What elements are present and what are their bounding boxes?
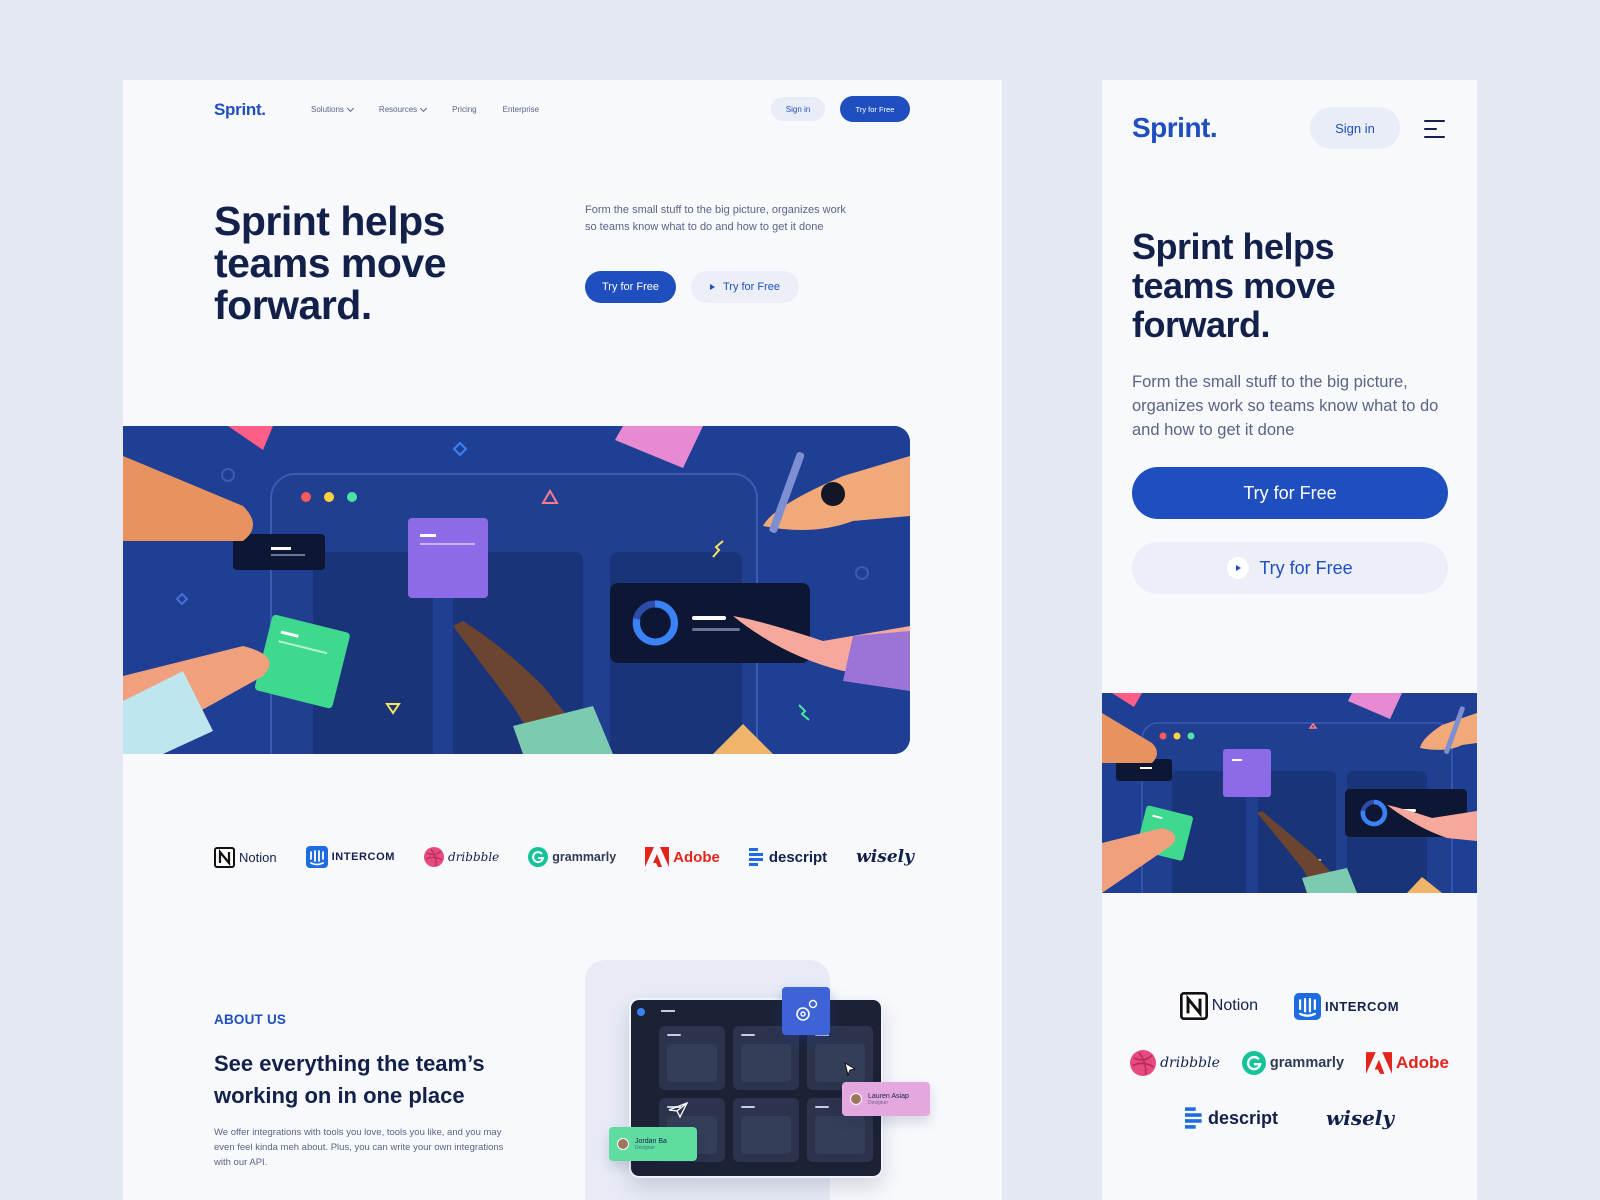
partner-name: dribbble [1160,1055,1220,1071]
partner-name: wisely [856,847,914,867]
partner-name: INTERCOM [331,851,396,863]
try-free-nav-button[interactable]: Try for Free [840,96,910,122]
partner-intercom: INTERCOM [305,846,396,868]
hamburger-menu-icon[interactable] [1424,120,1445,138]
member-role: Designer [868,1099,889,1106]
grammarly-icon [1241,1051,1266,1075]
member-name: Lauren Asiap [868,1092,909,1100]
hero-illustration [1102,693,1477,893]
partner-grammarly: grammarly [1241,1051,1345,1075]
nav-item-solutions[interactable]: Solutions [311,104,354,114]
dribbble-icon [424,847,445,867]
partner-wisely: wisely [856,847,914,867]
partner-descript: descript [748,847,828,867]
avatar [617,1138,629,1150]
partner-name: grammarly [1269,1055,1345,1071]
send-icon [668,1102,688,1118]
try-free-button[interactable]: Try for Free [585,271,676,303]
collaboration-illustration [1102,693,1477,893]
partner-dribbble: dribbble [424,847,499,867]
hero-title: Sprint helps teams move forward. [1132,226,1336,345]
chevron-down-icon [346,104,354,112]
partner-name: descript [1207,1107,1278,1128]
partner-name: grammarly [552,850,617,864]
gear-icon [796,999,818,1021]
partner-name: Notion [239,849,277,865]
partner-wisely: wisely [1326,1106,1394,1130]
partner-dribbble: dribbble [1130,1050,1220,1076]
play-icon [709,284,715,290]
partner-logos: Notion INTERCOM dribbble grammarly Adobe… [214,846,914,868]
nav-item-label: Enterprise [502,105,540,114]
try-free-video-button[interactable]: Try for Free [691,271,799,303]
partner-notion: Notion [214,846,277,868]
nav-item-label: Resources [378,105,418,114]
partner-grammarly: grammarly [528,847,616,867]
notion-icon [1179,992,1208,1020]
sign-in-button[interactable]: Sign in [771,97,825,121]
dribbble-icon [1130,1050,1157,1076]
partner-name: Adobe [1396,1053,1449,1072]
hero-description: Form the small stuff to the big picture,… [1132,373,1439,439]
partner-logos-row-3: descript wisely [1102,1106,1477,1130]
settings-tile [782,987,830,1035]
partner-name: wisely [1326,1106,1395,1130]
sign-in-button[interactable]: Sign in [1310,107,1400,149]
notion-icon [214,846,235,868]
try-free-button[interactable]: Try for Free [1132,467,1448,519]
member-role: Designer [635,1144,656,1151]
partner-logos-row-1: Notion INTERCOM [1102,992,1477,1020]
desktop-page: Sprint. Solutions Resources Pricing Ente… [123,80,1002,1200]
adobe-icon [645,847,670,867]
adobe-icon [1366,1052,1393,1074]
button-label: Try for Free [722,281,781,293]
about-kicker: ABOUT US [214,1012,287,1027]
partner-name: Adobe [673,848,720,866]
descript-icon [1184,1107,1202,1129]
grammarly-icon [528,847,549,867]
member-tag: Lauren Asiap Designer [842,1082,930,1116]
avatar [850,1093,862,1105]
logo[interactable]: Sprint. [214,100,266,120]
partner-adobe: Adobe [1366,1052,1449,1074]
nav-item-pricing[interactable]: Pricing [452,105,476,114]
partner-notion: Notion [1179,992,1259,1020]
logo[interactable]: Sprint. [1132,112,1218,144]
button-label: Try for Free [1259,557,1353,578]
member-name: Jordan Ba [635,1137,667,1145]
intercom-icon [1294,992,1322,1020]
about-description: We offer integrations with tools you lov… [214,1127,504,1168]
play-icon [1227,557,1250,579]
member-tag: Jordan Ba Designer [609,1127,697,1161]
partner-name: Notion [1211,997,1259,1014]
nav-item-resources[interactable]: Resources [378,104,428,114]
collaboration-illustration [123,426,910,754]
partner-logos-row-2: dribbble grammarly Adobe [1102,1050,1477,1076]
partner-adobe: Adobe [645,847,720,867]
hero-title: Sprint helps teams move forward. [214,198,447,328]
mobile-page: Sprint. Sign in Sprint helps teams move … [1102,80,1477,1200]
partner-name: INTERCOM [1325,998,1400,1014]
partner-intercom: INTERCOM [1294,992,1400,1020]
partner-descript: descript [1184,1106,1278,1130]
try-free-video-button[interactable]: Try for Free [1132,542,1448,594]
partner-name: descript [768,848,828,866]
about-title: See everything the team’s working on in … [214,1051,485,1108]
descript-icon [748,848,763,866]
hero-illustration [123,426,910,754]
nav-item-enterprise[interactable]: Enterprise [503,105,539,114]
cursor-icon [844,1062,857,1076]
hero-description: Form the small stuff to the big picture,… [585,204,846,233]
nav-item-label: Pricing [452,105,477,114]
intercom-icon [305,846,328,868]
chevron-down-icon [420,104,428,112]
nav-item-label: Solutions [311,105,344,114]
main-nav: Solutions Resources Pricing Enterprise [311,104,565,114]
partner-name: dribbble [448,850,500,864]
